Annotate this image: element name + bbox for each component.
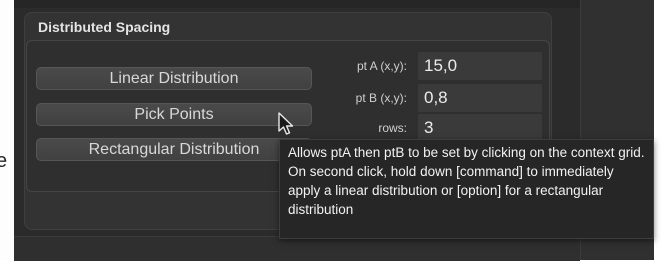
rectangular-distribution-button[interactable]: Rectangular Distribution: [36, 138, 312, 161]
window-top-bar: [14, 0, 654, 8]
pt-b-field[interactable]: 0,8: [418, 84, 542, 112]
page-edge-text-2: .: [0, 171, 14, 194]
rows-label: rows:: [378, 121, 407, 135]
rows-field[interactable]: 3: [418, 114, 542, 142]
pick-points-tooltip: Allows ptA then ptB to be set by clickin…: [279, 139, 654, 239]
page-edge: e .: [0, 0, 14, 260]
arrow-cursor-icon: [278, 112, 294, 135]
linear-distribution-button[interactable]: Linear Distribution: [36, 67, 312, 90]
window-bottom-strip: [14, 236, 580, 261]
section-title: Distributed Spacing: [38, 19, 171, 35]
pt-b-label: pt B (x,y):: [355, 91, 407, 105]
page-edge-text-1: e: [0, 150, 8, 172]
pt-a-label: pt A (x,y):: [356, 59, 407, 73]
pt-a-field[interactable]: 15,0: [418, 52, 542, 80]
pick-points-button[interactable]: Pick Points: [36, 103, 312, 126]
